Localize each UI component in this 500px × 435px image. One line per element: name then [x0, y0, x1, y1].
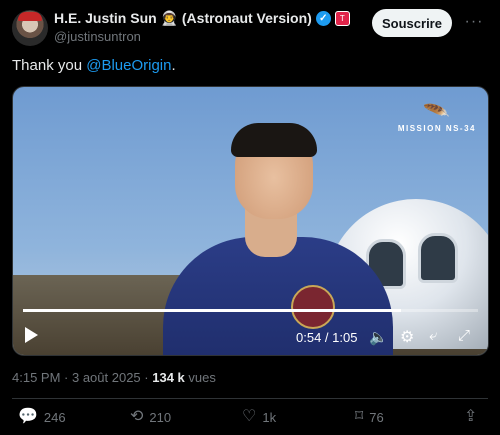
tweet-actions: 💬 246 ⟲ 210 ♡ 1k ⌑ 76 ⇪ — [12, 408, 488, 430]
tweet-header: H.E. Justin Sun 👨‍🚀 (Astronaut Version) … — [12, 8, 488, 48]
bookmark-button[interactable]: ⌑ 76 — [355, 408, 384, 426]
fullscreen-icon[interactable]: ⤢ — [458, 327, 470, 344]
video-time: 0:54 / 1:05 — [296, 330, 358, 345]
tweet-text: Thank you @BlueOrigin. — [12, 57, 176, 74]
heart-icon: ♡ — [242, 408, 257, 425]
capsule-window — [418, 233, 458, 283]
verified-check-icon: ✓ — [315, 11, 331, 26]
reply-count: 246 — [43, 409, 66, 425]
display-name[interactable]: H.E. Justin Sun 👨‍🚀 (Astronaut Version) — [54, 10, 312, 27]
views-count: 134 k — [152, 370, 185, 385]
reply-button[interactable]: 💬 246 — [18, 408, 66, 426]
settings-icon[interactable]: ⚙ — [400, 327, 414, 347]
tweet-time[interactable]: 4:15 PM — [12, 370, 60, 385]
mission-logo: 🪶 MISSION NS-34 — [398, 98, 476, 133]
video-progress-fill — [23, 309, 401, 312]
repost-count: 210 — [149, 409, 172, 425]
repost-button[interactable]: ⟲ 210 — [130, 408, 171, 426]
mention-link[interactable]: @BlueOrigin — [86, 57, 171, 74]
bookmark-count: 76 — [369, 409, 384, 425]
like-count: 1k — [262, 409, 277, 425]
avatar[interactable] — [12, 10, 48, 46]
picture-in-picture-icon[interactable]: ⤶ — [429, 327, 437, 344]
affiliation-badge-icon[interactable]: T — [334, 11, 350, 26]
avatar-hat — [18, 12, 42, 21]
subscribe-button[interactable]: Souscrire — [372, 9, 452, 37]
share-icon: ⇪ — [464, 408, 478, 425]
video-controls: 0:54 / 1:05 🔈 ⚙ ⤶ ⤢ — [13, 321, 488, 355]
views-label: vues — [188, 370, 216, 385]
video-progress-bar[interactable] — [23, 309, 478, 312]
video-player[interactable]: 🪶 MISSION NS-34 0:54 / 1:05 🔈 ⚙ ⤶ ⤢ — [12, 86, 489, 356]
user-handle[interactable]: @justinsuntron — [54, 29, 141, 44]
tweet-suffix: . — [171, 57, 176, 74]
more-options-icon[interactable]: ··· — [460, 9, 488, 37]
person-hair — [231, 123, 317, 157]
tweet-body: Thank you — [12, 57, 87, 74]
play-icon[interactable] — [25, 327, 38, 343]
tweet-meta: 4:15 PM · 3 août 2025 · 134 k vues — [12, 370, 216, 385]
share-button[interactable]: ⇪ — [464, 408, 477, 426]
like-button[interactable]: ♡ 1k — [242, 408, 276, 426]
divider — [12, 398, 488, 399]
bookmark-icon: ⌑ — [355, 408, 364, 425]
tweet-date[interactable]: 3 août 2025 — [72, 370, 141, 385]
repost-icon: ⟲ — [130, 408, 144, 425]
volume-icon[interactable]: 🔈 — [369, 328, 388, 346]
name-row: H.E. Justin Sun 👨‍🚀 (Astronaut Version) … — [54, 10, 350, 27]
reply-icon: 💬 — [18, 408, 38, 425]
